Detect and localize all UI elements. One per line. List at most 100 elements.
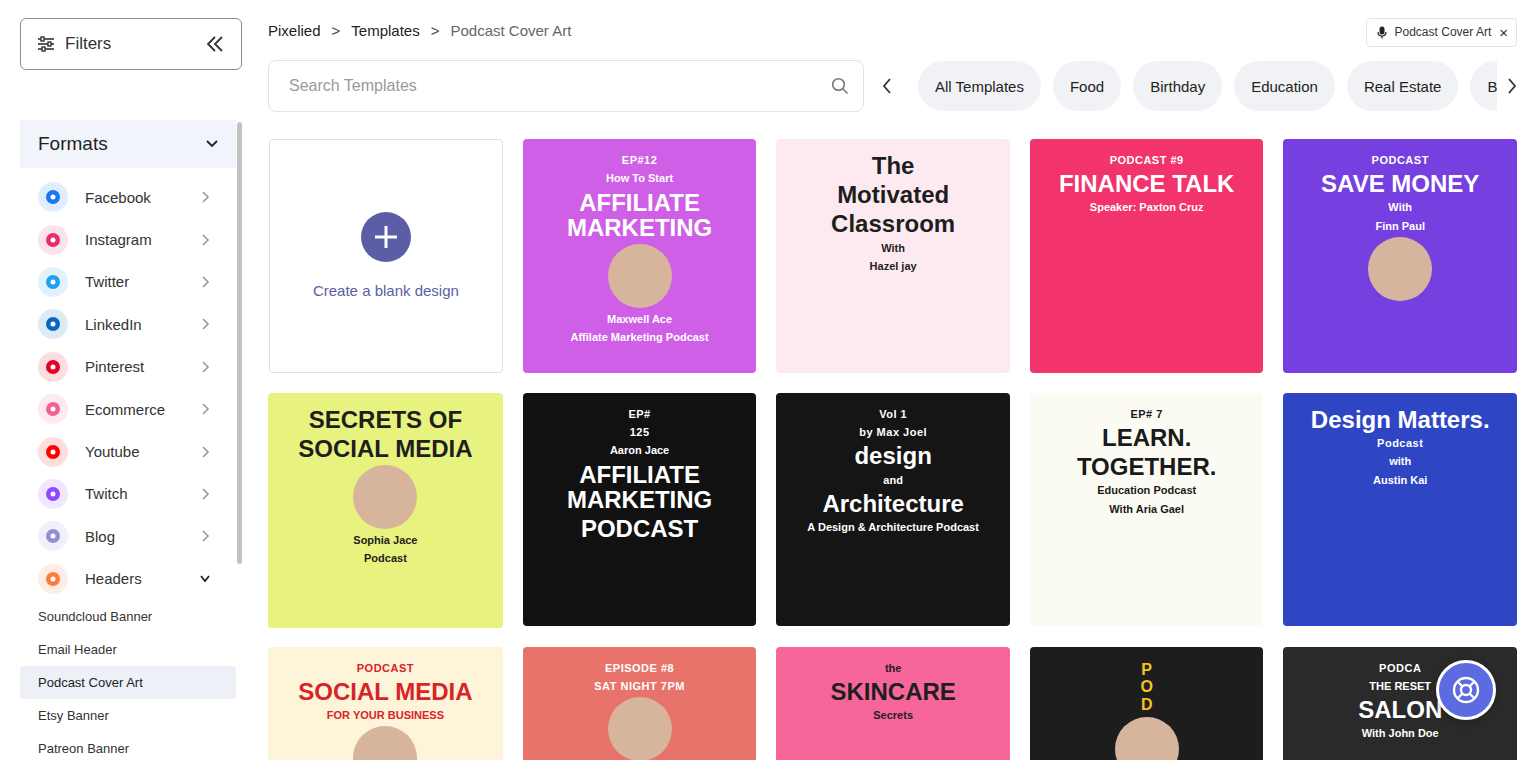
brand-icon	[45, 316, 61, 332]
category-chip[interactable]: Education	[1234, 61, 1335, 111]
template-text: and	[883, 473, 903, 487]
create-blank-card[interactable]: Create a blank design	[269, 139, 503, 373]
template-card[interactable]: SECRETS OFSOCIAL MEDIASophia JacePodcast	[268, 393, 503, 628]
template-card[interactable]: Vol 1by Max JoeldesignandArchitectureA D…	[776, 393, 1010, 627]
template-card[interactable]: PODCASTSOCIAL MEDIAFOR YOUR BUSINESS	[268, 647, 503, 760]
template-card[interactable]: PODCAST #9FINANCE TALKSpeaker: Paxton Cr…	[1030, 139, 1264, 373]
template-text: Vol 1	[879, 407, 907, 421]
sub-format-item[interactable]: Podcast Cover Art	[20, 666, 236, 699]
template-card[interactable]: TheMotivatedClassroomWithHazel jay	[776, 139, 1010, 373]
sidebar: Filters Formats Facebook Instagram Twitter Li…	[0, 0, 268, 760]
filters-button[interactable]: Filters	[20, 18, 242, 70]
template-card[interactable]: Design Matters.PodcastwithAustin Kai	[1283, 393, 1517, 627]
template-text: EP#	[628, 407, 650, 421]
formats-header[interactable]: Formats	[20, 120, 236, 168]
search-input[interactable]	[287, 76, 831, 96]
template-text: Education Podcast	[1097, 483, 1196, 497]
template-photo	[608, 244, 672, 308]
format-label: Twitter	[85, 273, 200, 290]
scrollbar[interactable]	[237, 120, 242, 760]
format-logo-icon	[38, 225, 68, 255]
format-item[interactable]: Youtube	[20, 430, 236, 472]
filters-label-group: Filters	[37, 34, 111, 54]
format-logo-icon	[38, 437, 68, 467]
template-card[interactable]: PODCASTSAVE MONEYWithFinn Paul	[1283, 139, 1517, 373]
template-text: PODCAST #9	[1110, 153, 1184, 167]
template-text: PODCAST	[357, 661, 414, 675]
template-text: Classroom	[831, 211, 955, 236]
template-text: FINANCE TALK	[1059, 171, 1235, 196]
chevron-right-icon	[200, 276, 210, 288]
template-text: SKINCARE	[830, 679, 955, 704]
template-text: Podcast	[1377, 436, 1423, 450]
format-logo-icon	[38, 521, 68, 551]
search-row: All TemplatesFoodBirthdayEducationReal E…	[268, 60, 1517, 112]
template-text: Finn Paul	[1375, 219, 1425, 233]
category-chip[interactable]: All Templates	[918, 61, 1041, 111]
template-text: The	[872, 153, 915, 178]
create-blank-label: Create a blank design	[313, 282, 459, 299]
sub-format-item[interactable]: Email Header	[20, 633, 236, 666]
breadcrumb-item[interactable]: Templates	[351, 22, 419, 39]
format-list: Formats Facebook Instagram Twitter LinkedIn P…	[20, 120, 236, 760]
template-photo	[353, 465, 417, 529]
app: Filters Formats Facebook Instagram Twitter Li…	[0, 0, 1536, 760]
filters-label: Filters	[65, 34, 111, 54]
format-item[interactable]: Twitter	[20, 261, 236, 303]
template-text: With	[1388, 200, 1412, 214]
search-icon[interactable]	[831, 77, 849, 95]
template-grid: Create a blank design EP#12How To StartAF…	[268, 139, 1517, 760]
template-card[interactable]: EP# 7LEARN.TOGETHER.Education PodcastWit…	[1030, 393, 1264, 627]
help-button[interactable]	[1436, 660, 1496, 720]
category-chip[interactable]: Birthday	[1133, 61, 1222, 111]
format-logo-icon	[38, 182, 68, 212]
template-text: SALON	[1358, 697, 1442, 722]
scroll-right-button[interactable]	[1497, 61, 1517, 111]
top-row: Pixelied>Templates>Podcast Cover ArtPodc…	[268, 14, 1517, 46]
template-text: design	[854, 443, 931, 468]
scroll-left-button[interactable]	[882, 77, 904, 95]
chevron-right-icon	[200, 446, 210, 458]
template-card[interactable]: EP#125Aaron JaceAFFILIATE MARKETINGPODCA…	[523, 393, 757, 627]
template-card[interactable]: EP#12How To StartAFFILIATE MARKETINGMaxw…	[523, 139, 757, 373]
sub-format-item[interactable]: Soundcloud Banner	[20, 600, 236, 633]
sliders-icon	[37, 36, 55, 52]
chevron-left-icon	[882, 77, 892, 95]
format-item[interactable]: Pinterest	[20, 346, 236, 388]
sub-format-item[interactable]: Patreon Banner	[20, 732, 236, 760]
breadcrumb: Pixelied>Templates>Podcast Cover Art	[268, 22, 571, 39]
template-card[interactable]: POD	[1030, 647, 1264, 760]
template-text: Austin Kai	[1373, 473, 1427, 487]
category-chip[interactable]: Food	[1053, 61, 1121, 111]
format-item[interactable]: Blog	[20, 515, 236, 557]
format-label: Twitch	[85, 485, 200, 502]
template-card[interactable]: EPISODE #8SAT NIGHT 7PM	[523, 647, 757, 760]
formats-title: Formats	[38, 133, 108, 155]
breadcrumb-item[interactable]: Pixelied	[268, 22, 321, 39]
template-text: AFFILIATE MARKETING	[537, 462, 743, 512]
template-text: How To Start	[606, 171, 673, 185]
format-item[interactable]: Ecommerce	[20, 388, 236, 430]
category-chip[interactable]: Real Estate	[1347, 61, 1459, 111]
template-text: EPISODE #8	[605, 661, 674, 675]
format-logo-icon	[38, 394, 68, 424]
breadcrumb-separator: >	[332, 22, 341, 39]
template-card[interactable]: theSKINCARESecrets	[776, 647, 1010, 760]
format-item[interactable]: Facebook	[20, 176, 236, 218]
chevron-down-icon	[206, 140, 218, 148]
template-text: Motivated	[837, 182, 949, 207]
format-item[interactable]: Headers	[20, 558, 236, 600]
format-label: Pinterest	[85, 358, 200, 375]
format-logo-icon	[38, 309, 68, 339]
category-bar: All TemplatesFoodBirthdayEducationReal E…	[882, 61, 1517, 111]
format-item[interactable]: Instagram	[20, 218, 236, 260]
format-item[interactable]: LinkedIn	[20, 303, 236, 345]
remove-filter-button[interactable]: ×	[1499, 25, 1508, 40]
template-text: the	[885, 661, 902, 675]
format-label: Instagram	[85, 231, 200, 248]
format-item[interactable]: Twitch	[20, 473, 236, 515]
sub-format-item[interactable]: Etsy Banner	[20, 699, 236, 732]
template-text: SECRETS OF	[309, 407, 462, 432]
collapse-icon	[205, 35, 225, 53]
scrollbar-thumb[interactable]	[237, 122, 242, 564]
